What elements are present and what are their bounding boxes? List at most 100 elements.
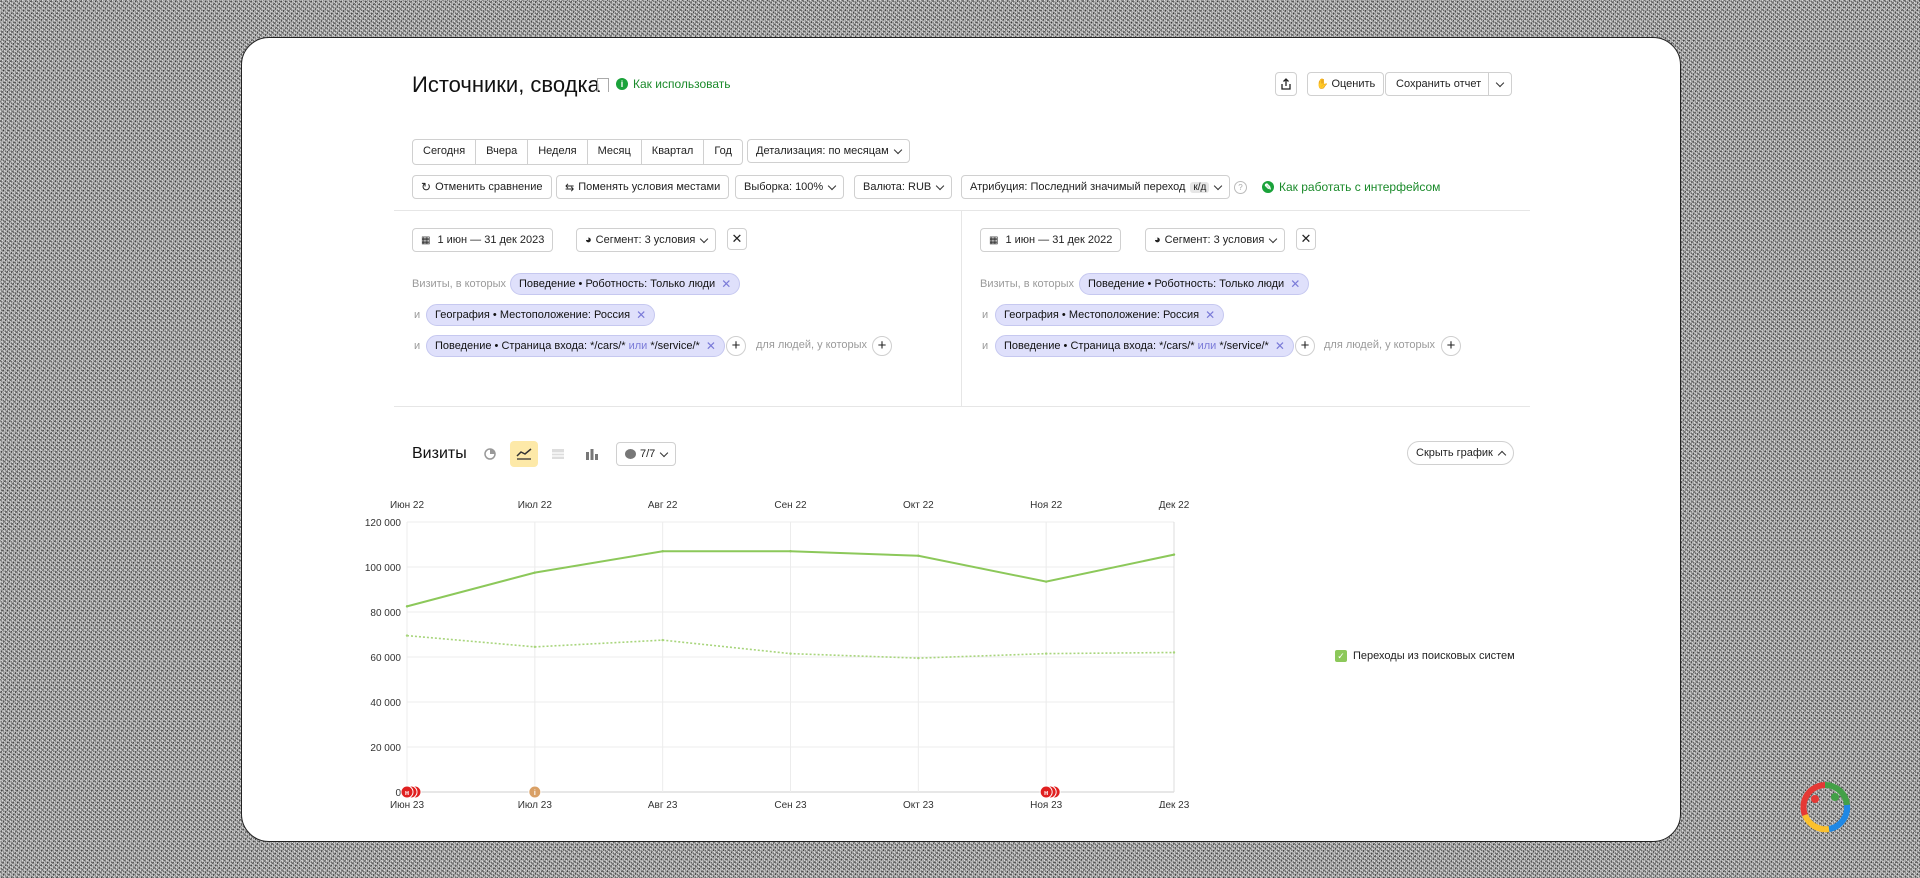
period-quarter[interactable]: Квартал (642, 140, 705, 164)
comment-icon (625, 449, 636, 459)
right-chip-geo[interactable]: География • Местоположение: Россия ✕ (995, 304, 1225, 326)
page-title: Источники, сводка (412, 72, 600, 97)
x-tick-label-bottom: Дек 23 (1159, 800, 1190, 808)
left-and-label-2: и (414, 340, 421, 352)
pie-chart-mode-button[interactable] (476, 441, 504, 467)
save-report-button[interactable]: Сохранить отчет (1385, 72, 1493, 96)
period-yesterday[interactable]: Вчера (476, 140, 529, 164)
share-button[interactable] (1275, 72, 1297, 96)
sample-label: Выборка: 100% (744, 181, 824, 193)
chart-legend[interactable]: ✓ Переходы из поисковых систем (1335, 650, 1515, 662)
y-tick-label: 80 000 (370, 608, 401, 619)
period-today[interactable]: Сегодня (413, 140, 477, 164)
chevron-down-icon (660, 448, 669, 457)
right-chip-entry-page[interactable]: Поведение • Страница входа: * /cars/* ил… (995, 335, 1294, 357)
bookmark-icon[interactable] (597, 78, 609, 92)
visits-chart: 0 20 000 40 000 60 000 80 000 100 000 120 000 И… (365, 500, 1190, 808)
right-add-people-condition-button[interactable]: + (1441, 336, 1461, 356)
period-month[interactable]: Месяц (588, 140, 642, 164)
attribution-dropdown[interactable]: Атрибуция: Последний значимый переход к/… (961, 175, 1231, 199)
left-chip-robotness-label: Поведение • Роботность: Только люди (519, 278, 716, 290)
left-chip-entry-page[interactable]: Поведение • Страница входа: * /cars/* ил… (426, 335, 725, 357)
annotations-dropdown[interactable]: 7/7 (616, 442, 677, 466)
series-point (1044, 580, 1048, 583)
close-icon[interactable]: ✕ (721, 277, 731, 291)
left-add-condition-button[interactable]: + (726, 336, 746, 356)
right-people-text: для людей, у которых (1324, 339, 1435, 351)
right-chip-entry-a: Поведение • Страница входа: * (1004, 340, 1164, 352)
save-report-dropdown[interactable] (1488, 72, 1512, 96)
series-point (1044, 652, 1048, 655)
line-chart-mode-button[interactable] (510, 441, 538, 467)
swap-conditions-button[interactable]: ⇆ Поменять условия местами (556, 175, 730, 199)
left-people-text: для людей, у которых (756, 339, 867, 351)
swap-icon: ⇆ (565, 181, 575, 194)
series-point (1172, 553, 1176, 556)
chevron-up-icon (1497, 450, 1507, 459)
rate-button[interactable]: ✋ Оценить (1307, 72, 1385, 96)
how-to-use-link[interactable]: i Как использовать (616, 77, 731, 91)
left-chip-geo[interactable]: География • Местоположение: Россия ✕ (426, 304, 656, 326)
close-icon[interactable]: ✕ (1275, 339, 1285, 353)
annotation-marker-label: н (405, 790, 409, 797)
left-add-people-condition-button[interactable]: + (872, 336, 892, 356)
right-chip-entry-or: или (1197, 340, 1217, 352)
interface-help-link[interactable]: ✎ Как работать с интерфейсом (1262, 180, 1440, 194)
y-tick-label: 120 000 (365, 518, 402, 529)
y-tick-label: 100 000 (365, 563, 402, 574)
series-point (917, 656, 920, 660)
close-icon[interactable]: ✕ (1205, 308, 1215, 322)
question-icon[interactable]: ? (1234, 181, 1247, 194)
currency-dropdown[interactable]: Валюта: RUB (854, 175, 953, 199)
left-chip-entry-a: Поведение • Страница входа: * (435, 340, 595, 352)
chevron-down-icon (1214, 181, 1223, 190)
right-chip-geo-label: География • Местоположение: Россия (1004, 309, 1200, 321)
detail-dropdown[interactable]: Детализация: по месяцам (747, 139, 910, 163)
x-tick-label-top: Июл 22 (518, 500, 553, 511)
chevron-down-icon (936, 181, 945, 190)
close-icon[interactable]: ✕ (1290, 277, 1300, 291)
cancel-compare-button[interactable]: ↻ Отменить сравнение (412, 175, 552, 199)
y-tick-label: 40 000 (370, 698, 401, 709)
series-point (533, 571, 537, 574)
left-and-label-1: и (414, 309, 421, 321)
right-add-condition-button[interactable]: + (1295, 336, 1315, 356)
right-chip-robotness-label: Поведение • Роботность: Только люди (1088, 278, 1285, 290)
right-segment-dropdown[interactable]: ◕ Сегмент: 3 условия (1145, 228, 1286, 252)
sample-dropdown[interactable]: Выборка: 100% (735, 175, 845, 199)
left-date-range-button[interactable]: ▦ 1 июн — 31 дек 2023 (412, 228, 554, 252)
right-chip-robotness[interactable]: Поведение • Роботность: Только люди ✕ (1079, 273, 1310, 295)
period-week[interactable]: Неделя (528, 140, 588, 164)
right-segment-close-button[interactable]: ✕ (1296, 228, 1316, 250)
left-segment-close-button[interactable]: ✕ (727, 228, 747, 250)
close-icon[interactable]: ✕ (636, 308, 646, 322)
metrika-logo-icon (1800, 781, 1851, 833)
right-date-range-button[interactable]: ▦ 1 июн — 31 дек 2022 (980, 228, 1122, 252)
left-chip-robotness[interactable]: Поведение • Роботность: Только люди ✕ (510, 273, 741, 295)
right-chip-entry-c: */service/* (1219, 340, 1269, 352)
currency-label: Валюта: RUB (863, 181, 932, 193)
left-segment-dropdown[interactable]: ◕ Сегмент: 3 условия (576, 228, 717, 252)
close-icon[interactable]: ✕ (706, 339, 716, 353)
info-icon: i (616, 78, 628, 90)
chevron-down-icon (1269, 234, 1278, 243)
period-year[interactable]: Год (704, 140, 742, 164)
calendar-icon: ▦ (421, 234, 431, 246)
series-point (405, 634, 409, 637)
series-point (789, 550, 792, 553)
area-chart-mode-button[interactable] (544, 441, 572, 467)
bar-chart-mode-button[interactable] (578, 441, 606, 467)
series-point (661, 638, 664, 642)
x-tick-label-top: Июн 22 (390, 500, 425, 511)
divider-bottom (394, 406, 1530, 407)
chevron-down-icon (1495, 78, 1505, 87)
chevron-down-icon (700, 234, 709, 243)
checkbox-checked-icon[interactable]: ✓ (1335, 650, 1347, 662)
x-tick-label-bottom: Авг 23 (648, 800, 678, 808)
rate-label: Оценить (1331, 78, 1376, 90)
save-report-label: Сохранить отчет (1396, 78, 1482, 90)
divider-top (394, 210, 1530, 211)
hide-graph-button[interactable]: Скрыть график (1407, 441, 1514, 465)
right-visits-prefix: Визиты, в которых (980, 278, 1074, 290)
x-tick-label-top: Ноя 22 (1030, 500, 1063, 511)
